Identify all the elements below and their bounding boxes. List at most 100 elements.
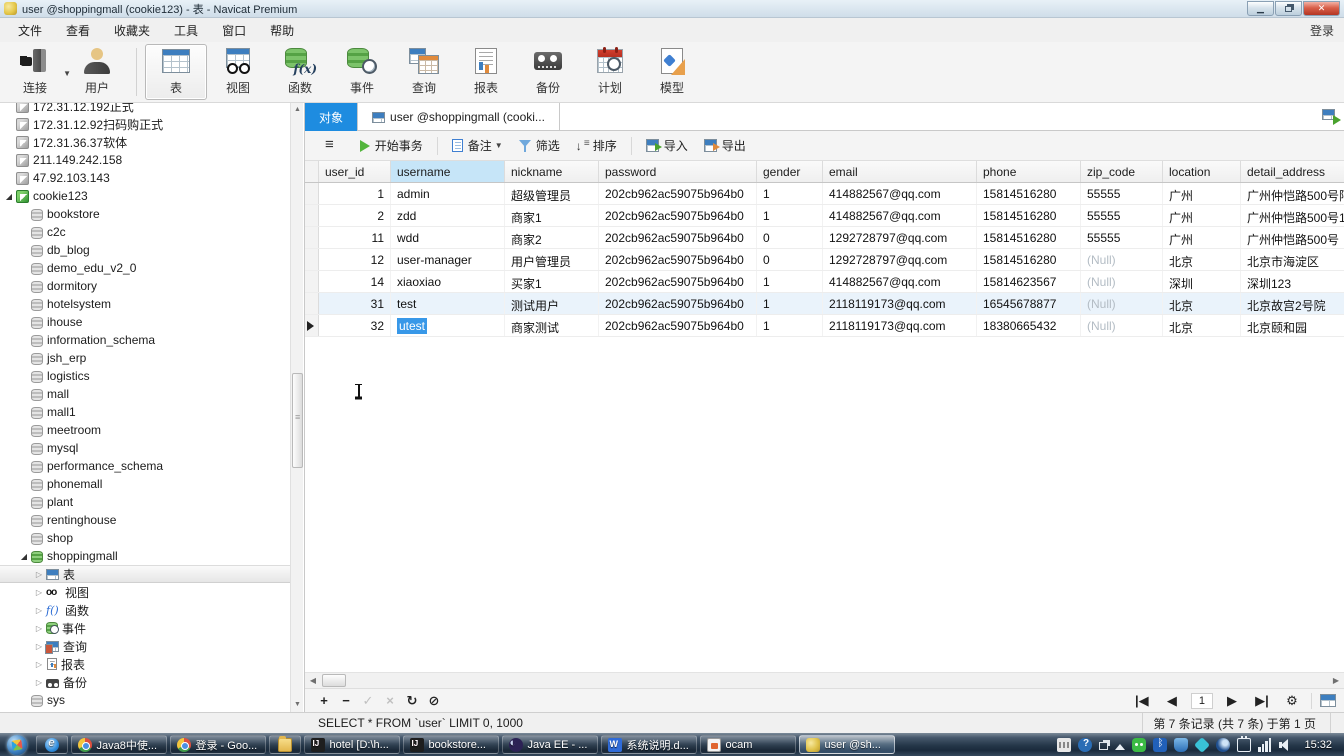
grid-cell[interactable]: 414882567@qq.com [823,271,977,292]
taskbar-eclipse-button[interactable]: Java EE - ... [501,735,598,754]
grid-cell[interactable]: 2118119173@qq.com [823,315,977,336]
row-header[interactable] [305,315,319,336]
column-header[interactable]: password [599,161,757,182]
grid-cell[interactable]: 14 [319,271,391,292]
tree-item[interactable]: mall [0,385,290,403]
grid-cell[interactable]: user-manager [391,249,505,270]
grid-cell[interactable]: 广州仲恺路500号阿 [1241,183,1344,204]
export-button[interactable]: 导出 [696,133,754,158]
refresh-button[interactable]: ↻ [401,693,423,709]
grid-cell[interactable]: 北京 [1163,249,1241,270]
tree-item[interactable]: logistics [0,367,290,385]
menu-item[interactable]: 工具 [162,21,210,41]
grid-cell[interactable]: 202cb962ac59075b964b0 [599,249,757,270]
grid-cell[interactable]: 15814516280 [977,249,1081,270]
grid-cell[interactable]: 北京市海淀区 [1241,249,1344,270]
grid-cell[interactable]: 55555 [1081,183,1163,204]
tab[interactable]: 对象 [305,103,359,131]
grid-cell[interactable]: utest [391,315,505,336]
toolbar-report-button[interactable]: 报表 [455,44,517,100]
grid-cell[interactable]: 商家测试 [505,315,599,336]
grid-cell[interactable]: 12 [319,249,391,270]
delete-record-button[interactable]: − [335,693,357,708]
column-header[interactable]: user_id [319,161,391,182]
grid-cell[interactable]: 2 [319,205,391,226]
expander-closed-icon[interactable]: ▷ [32,660,46,669]
tree-item[interactable]: hotelsystem [0,295,290,313]
grid-cell[interactable]: 202cb962ac59075b964b0 [599,293,757,314]
grid-cell[interactable]: 深圳123 [1241,271,1344,292]
tree-item[interactable]: jsh_erp [0,349,290,367]
tree-item[interactable]: ▷ 事件 [0,619,290,637]
tree-item[interactable]: plant [0,493,290,511]
shield-tray-icon[interactable] [1174,737,1189,752]
grid-cell[interactable]: (Null) [1081,249,1163,270]
tree-item[interactable]: mall1 [0,403,290,421]
grid-hscrollbar[interactable]: ◀ ▶ [305,672,1344,688]
tree-item[interactable]: ihouse [0,313,290,331]
scroll-right-icon[interactable]: ▶ [1328,673,1344,688]
grid-menu-button[interactable]: ≡ [313,132,352,159]
column-header[interactable]: zip_code [1081,161,1163,182]
expander-closed-icon[interactable]: ▷ [32,624,46,633]
tree-item[interactable]: bookstore [0,205,290,223]
page-number[interactable]: 1 [1190,692,1213,709]
add-record-button[interactable]: + [313,693,335,708]
plug-tray-icon[interactable] [1237,735,1252,752]
tree-item[interactable]: mysql [0,439,290,457]
grid-cell[interactable]: 15814516280 [977,205,1081,226]
grid-cell[interactable]: 北京 [1163,315,1241,336]
tree-item[interactable]: 172.31.12.92扫码购正式 [0,115,290,133]
grid-cell[interactable]: 15814516280 [977,227,1081,248]
grid-cell[interactable]: 0 [757,249,823,270]
grid-cell[interactable]: 北京 [1163,293,1241,314]
tree-item[interactable]: c2c [0,223,290,241]
sort-button[interactable]: ↓ 排序 [568,133,625,158]
filter-button[interactable]: 筛选 [511,133,568,158]
table-row[interactable]: 11 wdd 商家2 202cb962ac59075b964b0 0 1292728797… [305,227,1344,249]
grid-cell[interactable]: 用户管理员 [505,249,599,270]
grid-cell[interactable]: (Null) [1081,293,1163,314]
grid-cell[interactable]: 2118119173@qq.com [823,293,977,314]
grid-cell[interactable]: 1 [757,271,823,292]
settings-gear-icon[interactable]: ⚙ [1281,693,1303,709]
grid-cell[interactable]: 31 [319,293,391,314]
expander-open-icon[interactable]: ◢ [2,192,16,201]
window-tray-icon[interactable] [1099,742,1109,750]
grid-cell[interactable]: admin [391,183,505,204]
tree-item[interactable]: performance_schema [0,457,290,475]
grid-cell[interactable]: test [391,293,505,314]
tree-item[interactable]: ▷ oo 视图 [0,583,290,601]
toolbar-view-button[interactable]: 视图 [207,44,269,100]
grid-cell[interactable]: 买家1 [505,271,599,292]
expander-closed-icon[interactable]: ▷ [32,606,46,615]
row-header[interactable] [305,183,319,204]
scrollbar-thumb[interactable] [292,373,303,468]
column-header[interactable]: location [1163,161,1241,182]
grid-cell[interactable]: 深圳 [1163,271,1241,292]
grid-cell[interactable]: 202cb962ac59075b964b0 [599,271,757,292]
grid-cell[interactable]: 北京故宫2号院 [1241,293,1344,314]
tree-item[interactable]: rentinghouse [0,511,290,529]
sidebar-scrollbar[interactable]: ▲ ▼ [290,103,303,712]
tree-item[interactable]: sys [0,691,290,709]
grid-cell[interactable]: 414882567@qq.com [823,205,977,226]
grid-cell[interactable]: 商家2 [505,227,599,248]
minimize-button[interactable]: ▁ [1247,1,1274,16]
next-page-button[interactable]: ▶ [1221,693,1243,709]
volume-tray-icon[interactable] [1279,738,1293,752]
stop-button[interactable]: ⊘ [423,693,445,709]
menu-item[interactable]: 帮助 [258,21,306,41]
tree-item[interactable]: 172.31.12.192正式 [0,103,290,115]
tree-item[interactable]: information_schema [0,331,290,349]
bluetooth-tray-icon[interactable] [1153,737,1168,752]
column-header[interactable]: username [391,161,505,182]
taskbar-idea-hotel-button[interactable]: hotel [D:\h... [303,735,400,754]
grid-view-icon[interactable] [1320,694,1336,707]
grid-cell[interactable]: 202cb962ac59075b964b0 [599,205,757,226]
dropdown-arrow-icon[interactable]: ▼ [495,141,503,150]
grid-cell[interactable]: 1292728797@qq.com [823,249,977,270]
grid-cell[interactable]: 202cb962ac59075b964b0 [599,183,757,204]
grid-cell[interactable]: 32 [319,315,391,336]
grid-cell[interactable]: 202cb962ac59075b964b0 [599,227,757,248]
